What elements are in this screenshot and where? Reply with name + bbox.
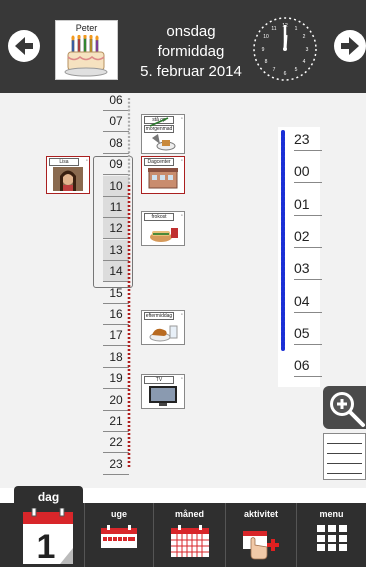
night-hour-divider [294,246,322,248]
activity-label: eftermiddag [144,312,174,320]
svg-text:10: 10 [263,34,269,40]
tab-month[interactable]: måned [153,503,225,567]
activity-wake-breakfast-card[interactable]: stå op morgenmad ◦ [141,114,185,154]
snack-icon [149,325,178,342]
tab-activity-label: aktivitet [243,509,278,519]
timeline-dots [127,98,131,468]
period-text: formiddag [157,43,225,60]
list-line [327,463,362,464]
activity-label: frokost [144,213,174,221]
user-name: Peter [75,23,98,33]
header: Peter onsdag formiddag 5. februar 2014 1… [0,0,366,93]
svg-text:4: 4 [303,59,306,65]
svg-text:3: 3 [306,47,309,53]
tab-day[interactable]: dag 1 [14,486,83,567]
svg-text:7: 7 [273,67,276,73]
night-hour-label: 02 [294,227,310,244]
building-icon [148,168,178,189]
month-calendar-icon [170,525,209,557]
activity-afternoon-card[interactable]: eftermiddag ◦ [141,310,185,345]
activity-lunch-card[interactable]: frokost ◦ [141,211,185,246]
night-hour-divider [294,279,322,281]
svg-text:9: 9 [262,47,265,53]
date-text: 5. februar 2014 [140,63,242,80]
day-calendar-icon: 1 [23,508,73,564]
activity-label: TV [144,376,174,384]
user-avatar-card[interactable]: Peter [55,20,118,80]
night-hour-label: 04 [294,292,310,309]
night-hour-label: 00 [294,163,310,180]
list-line [327,443,362,444]
activity-tv-card[interactable]: TV ◦ [141,374,185,409]
svg-text:2: 2 [303,34,306,40]
date-display: onsdag formiddag 5. februar 2014 [125,22,257,82]
svg-text:1: 1 [295,26,298,32]
arrow-right-icon [341,37,359,55]
tv-icon [149,386,177,406]
activity-lisa-card[interactable]: Lisa ◦ [46,156,90,194]
pin-icon: ◦ [85,158,88,164]
activity-day-center-card[interactable]: Dagcenter ◦ [141,156,185,194]
grid-menu-icon [316,525,347,551]
list-line [327,453,362,454]
svg-text:8: 8 [265,59,268,65]
night-hour-divider [294,214,322,216]
crossed-out-icon [149,117,169,127]
svg-text:11: 11 [271,26,276,32]
previous-day-button[interactable] [8,30,40,62]
calendar-day-number: 1 [37,528,56,564]
tab-activity[interactable]: aktivitet [225,503,296,567]
pin-icon: ◦ [180,312,183,318]
night-hour-label: 03 [294,260,310,277]
night-hour-divider [294,182,322,184]
night-hour-divider [294,343,322,345]
week-calendar-icon [101,525,137,548]
activity-label: Dagcenter [144,158,174,166]
breakfast-icon [152,134,176,151]
zoom-in-icon [330,392,365,427]
arrow-left-icon [15,37,33,55]
analog-clock-icon: 1212 345 678 91011 [253,17,317,81]
tab-week[interactable]: uge [84,503,153,567]
pin-icon: ◦ [180,116,183,122]
night-hour-divider [294,376,322,378]
pin-icon: ◦ [180,376,183,382]
next-day-button[interactable] [334,30,366,62]
tab-week-label: uge [110,509,127,519]
night-timeline-dots [281,130,285,351]
tab-menu-label: menu [319,509,344,519]
add-activity-icon [243,531,279,560]
tab-menu[interactable]: menu [296,503,366,567]
svg-text:5: 5 [295,67,298,73]
svg-text:6: 6 [284,71,287,77]
list-line [327,473,362,474]
zoom-button[interactable] [323,386,366,429]
tab-month-label: måned [174,509,204,519]
pin-icon: ◦ [180,158,183,164]
activity-label: Lisa [49,158,79,166]
night-hour-label: 06 [294,357,310,374]
night-hour-divider [294,311,322,313]
night-hour-label: 01 [294,195,310,212]
birthday-cake-icon [64,35,108,77]
pin-icon: ◦ [180,213,183,219]
girl-photo-icon [53,167,83,191]
night-hour-label: 05 [294,324,310,341]
weekday-text: onsdag [166,23,216,40]
night-hour-label: 23 [294,131,310,147]
lunch-icon [150,228,178,242]
list-view-button[interactable] [323,433,366,480]
tab-day-label: dag [37,490,60,504]
night-hour-divider [294,150,322,151]
